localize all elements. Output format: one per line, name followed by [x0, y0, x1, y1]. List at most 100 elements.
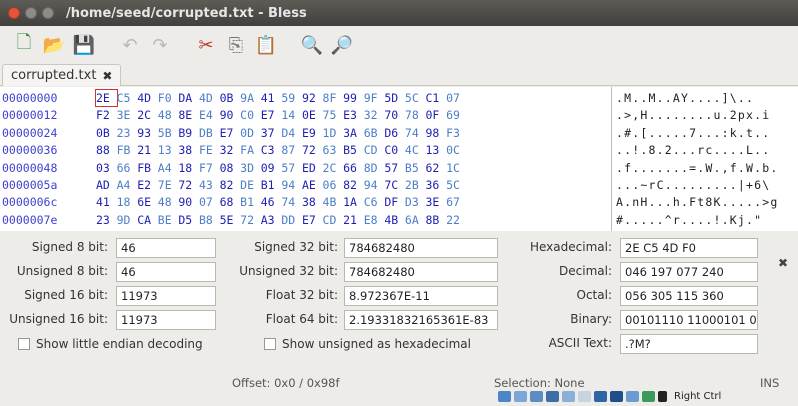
hex-byte[interactable]: A3: [261, 212, 282, 228]
hex-byte[interactable]: 9D: [117, 212, 138, 228]
hex-byte[interactable]: FB: [117, 142, 138, 158]
hex-byte[interactable]: B1: [240, 194, 261, 210]
hex-byte[interactable]: F0: [158, 90, 179, 106]
hex-byte[interactable]: 82: [343, 177, 364, 193]
hex-byte[interactable]: 8D: [364, 160, 385, 176]
signed32-field[interactable]: 784682480: [344, 238, 498, 258]
hex-byte[interactable]: 1D: [323, 125, 344, 141]
hex-byte[interactable]: 37: [261, 125, 282, 141]
hex-byte[interactable]: 38: [178, 142, 199, 158]
hex-byte[interactable]: 48: [158, 107, 179, 123]
hex-byte[interactable]: 90: [220, 107, 241, 123]
hex-byte[interactable]: 82: [220, 177, 241, 193]
hex-byte[interactable]: 07: [199, 194, 220, 210]
hex-byte[interactable]: 67: [446, 194, 467, 210]
hex-byte[interactable]: 3E: [117, 107, 138, 123]
hex-byte[interactable]: 75: [323, 107, 344, 123]
hex-byte[interactable]: 32: [364, 107, 385, 123]
hex-byte[interactable]: 57: [384, 160, 405, 176]
copy-icon[interactable]: ⎘: [222, 31, 250, 59]
hex-row-ascii[interactable]: .f.......=.W.,f.W.b.: [616, 160, 778, 176]
hex-byte[interactable]: 8E: [178, 107, 199, 123]
hex-byte[interactable]: 57: [281, 160, 302, 176]
hex-byte[interactable]: 41: [261, 90, 282, 106]
tray-keyboard-icon[interactable]: [610, 391, 623, 402]
signed16-field[interactable]: 11973: [116, 286, 216, 306]
open-folder-icon[interactable]: 📂: [40, 31, 68, 59]
hex-byte[interactable]: 63: [323, 142, 344, 158]
octal-field[interactable]: 056 305 115 360: [620, 286, 758, 306]
hex-byte[interactable]: BE: [158, 212, 179, 228]
hex-byte[interactable]: 06: [323, 177, 344, 193]
hex-byte[interactable]: 5C: [405, 90, 426, 106]
hex-byte[interactable]: 90: [178, 194, 199, 210]
hex-byte[interactable]: E4: [199, 107, 220, 123]
tray-cpu-icon[interactable]: [642, 391, 655, 402]
hex-byte[interactable]: B9: [178, 125, 199, 141]
hex-byte[interactable]: 07: [446, 90, 467, 106]
hex-byte[interactable]: 21: [343, 212, 364, 228]
hex-byte[interactable]: 9A: [240, 90, 261, 106]
hex-byte[interactable]: 2E: [95, 89, 118, 107]
undo-icon[interactable]: ↶: [116, 31, 144, 59]
hex-byte[interactable]: 2C: [137, 107, 158, 123]
hex-byte[interactable]: E7: [220, 125, 241, 141]
binary-field[interactable]: 00101110 11000101 01001101 11110000: [620, 310, 758, 330]
hex-byte[interactable]: 5D: [384, 90, 405, 106]
hex-byte[interactable]: A4: [158, 160, 179, 176]
status-insert-mode[interactable]: INS: [760, 376, 779, 390]
hex-view[interactable]: 00000000 2E C5 4D F0 DA 4D 0B 9A 41 59 92 8F 99 9F 5D 5C…: [0, 87, 798, 231]
hex-byte[interactable]: 59: [281, 90, 302, 106]
hex-byte[interactable]: 4D: [137, 90, 158, 106]
hex-byte[interactable]: DD: [281, 212, 302, 228]
window-close-button[interactable]: [8, 7, 20, 19]
hex-byte[interactable]: 5B: [158, 125, 179, 141]
hex-byte[interactable]: 36: [426, 177, 447, 193]
hex-byte[interactable]: F3: [446, 125, 467, 141]
hex-byte[interactable]: E8: [364, 212, 385, 228]
hex-byte[interactable]: 4B: [384, 212, 405, 228]
hex-byte[interactable]: 14: [281, 107, 302, 123]
hex-byte[interactable]: 0B: [220, 90, 241, 106]
hex-byte[interactable]: 4D: [199, 90, 220, 106]
hex-row-ascii[interactable]: .>,H........u.2px.i: [616, 107, 770, 123]
hex-row-ascii[interactable]: .#.[.....7...:k.t..: [616, 125, 770, 141]
hex-byte[interactable]: 0B: [96, 125, 117, 141]
hex-byte[interactable]: 8F: [323, 90, 344, 106]
hex-byte[interactable]: 69: [446, 107, 467, 123]
hex-byte[interactable]: C5: [117, 90, 138, 106]
hex-byte[interactable]: 0C: [446, 142, 467, 158]
hex-byte[interactable]: E7: [261, 107, 282, 123]
hex-byte[interactable]: 7E: [158, 177, 179, 193]
hexadecimal-field[interactable]: 2E C5 4D F0: [620, 238, 758, 258]
hex-byte[interactable]: 72: [302, 142, 323, 158]
hex-byte[interactable]: DF: [384, 194, 405, 210]
hex-byte[interactable]: 94: [281, 177, 302, 193]
hex-row-ascii[interactable]: ..!.8.2...rc....L..: [616, 142, 770, 158]
hex-byte[interactable]: 0D: [240, 125, 261, 141]
hex-byte[interactable]: AE: [302, 177, 323, 193]
hex-byte[interactable]: 43: [199, 177, 220, 193]
hex-byte[interactable]: D6: [384, 125, 405, 141]
hex-byte[interactable]: 8B: [426, 212, 447, 228]
hex-byte[interactable]: 72: [240, 212, 261, 228]
hex-row-ascii[interactable]: ...~rC.........|+6\: [616, 177, 770, 193]
find-replace-icon[interactable]: 🔎: [328, 31, 356, 59]
hex-byte[interactable]: 41: [96, 194, 117, 210]
hex-byte[interactable]: D3: [405, 194, 426, 210]
hex-byte[interactable]: 0E: [302, 107, 323, 123]
tray-usb-icon[interactable]: [530, 391, 543, 402]
hex-byte[interactable]: 7C: [384, 177, 405, 193]
hex-byte[interactable]: 6B: [364, 125, 385, 141]
hex-byte[interactable]: C1: [426, 90, 447, 106]
hex-byte[interactable]: FE: [199, 142, 220, 158]
hex-byte[interactable]: 2B: [405, 177, 426, 193]
hex-byte[interactable]: 18: [117, 194, 138, 210]
little-endian-checkbox[interactable]: Show little endian decoding: [18, 337, 203, 351]
hex-byte[interactable]: 72: [178, 177, 199, 193]
hex-byte[interactable]: B5: [405, 160, 426, 176]
hex-byte[interactable]: C0: [384, 142, 405, 158]
hex-byte[interactable]: 3D: [240, 160, 261, 176]
hex-byte[interactable]: 3E: [426, 194, 447, 210]
hex-byte[interactable]: 03: [96, 160, 117, 176]
